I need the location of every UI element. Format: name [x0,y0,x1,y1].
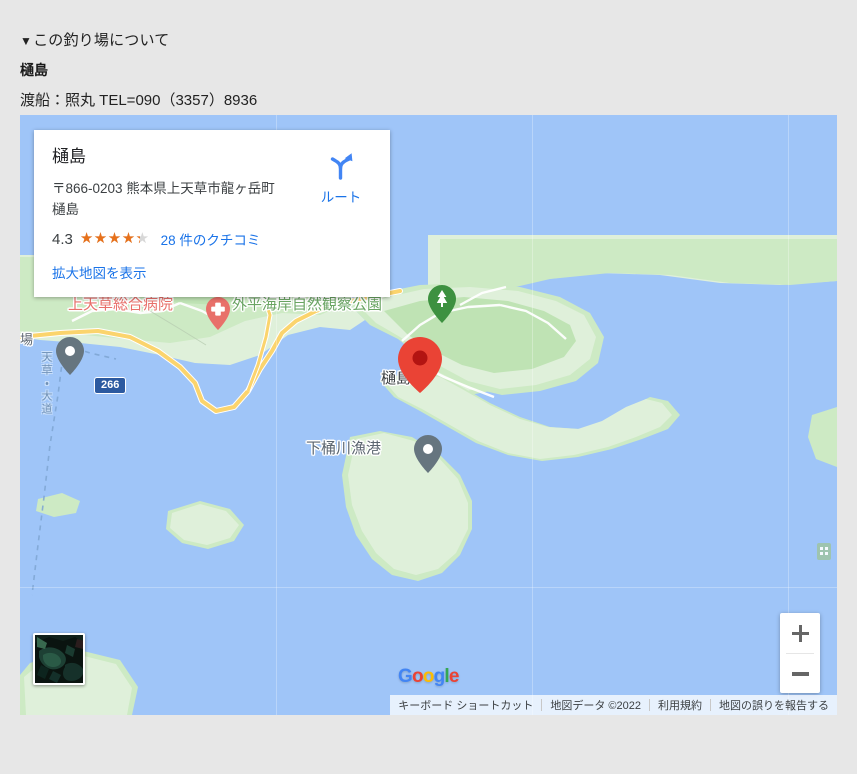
keyboard-shortcuts-link[interactable]: キーボード ショートカット [390,697,541,713]
about-heading-text: この釣り場について [33,32,170,49]
google-logo: Google [398,666,459,688]
red-place-marker[interactable] [398,337,442,393]
hospital-marker[interactable] [206,297,230,330]
place-info-card[interactable]: 樋島 〒866-0203 熊本県上天草市龍ヶ岳町 樋島 ルート 4.3 ★★★★… [34,130,390,297]
terms-of-use-link[interactable]: 利用規約 [650,697,710,713]
google-logo-o1: o [411,666,424,687]
view-larger-map-link[interactable]: 拡大地図を表示 [52,262,147,282]
route-label[interactable]: ルート [321,186,362,206]
star-rating-icon: ★★★★★ ★★★★★ [80,231,150,247]
about-section-heading[interactable]: ▼この釣り場について [20,29,169,50]
partial-edge-marker[interactable] [815,540,833,562]
page-title: 樋島 [20,62,48,78]
tile-seam [20,587,837,588]
ferry-port-marker[interactable] [56,337,84,375]
card-address-line1: 〒866-0203 熊本県上天草市龍ヶ岳町 [52,181,275,196]
google-logo-g1: G [398,666,413,687]
satellite-view-toggle[interactable] [33,633,85,685]
harbor-marker[interactable] [414,435,442,473]
park-marker[interactable] [428,285,456,323]
card-body: 〒866-0203 熊本県上天草市龍ヶ岳町 樋島 ルート [52,153,374,220]
report-map-error-link[interactable]: 地図の誤りを報告する [711,697,837,713]
card-address: 〒866-0203 熊本県上天草市龍ヶ岳町 樋島 [52,178,310,220]
card-address-line2: 樋島 [52,202,79,217]
reviews-count-link[interactable]: 28 件のクチコミ [161,229,261,249]
rating-row: 4.3 ★★★★★ ★★★★★ 28 件のクチコミ [52,229,374,249]
route-shield-266: 266 [94,377,127,394]
google-logo-o2: o [422,666,435,687]
rating-value: 4.3 [52,230,73,248]
map-data-copyright: 地図データ ©2022 [550,700,641,712]
collapse-caret-icon[interactable]: ▼ [20,34,32,48]
google-logo-g2: g [433,666,446,687]
ferry-contact-info: 渡船：照丸 TEL=090（3357）8936 [20,92,258,109]
stars-foreground: ★★★★★ [79,231,140,246]
google-logo-e: e [448,666,460,687]
route-button[interactable]: ルート [310,150,372,206]
zoom-in-button[interactable] [780,613,820,653]
zoom-out-button[interactable] [780,654,820,694]
zoom-controls[interactable] [780,613,820,693]
map-attribution-bar: キーボード ショートカット 地図データ ©2022 利用規約 地図の誤りを報告す… [390,695,837,715]
google-map[interactable]: 天草・大道 266 場 上天草総合病院 外平海岸自然観察公園 樋島 下桶川漁港 [20,115,837,715]
tile-seam [532,115,533,715]
route-fork-arrow-icon [326,150,356,180]
